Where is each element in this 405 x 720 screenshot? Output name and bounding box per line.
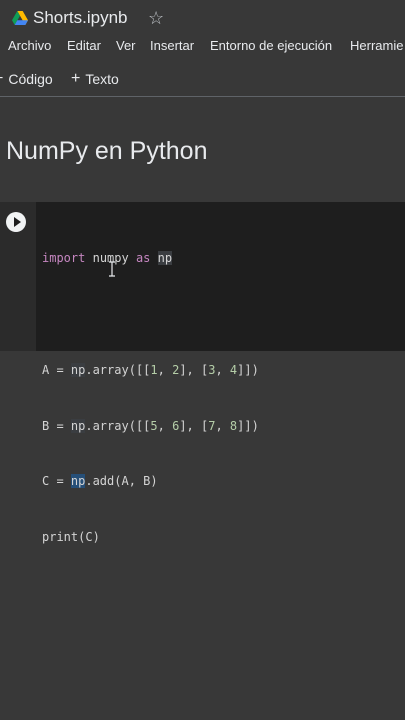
colab-page: Shorts.ipynb ☆ Archivo Editar Ver Insert… — [0, 0, 405, 720]
toolbar-divider — [0, 96, 405, 97]
add-code-label: Código — [8, 71, 53, 87]
menu-bar: Archivo Editar Ver Insertar Entorno de e… — [0, 36, 405, 56]
title-bar: Shorts.ipynb ☆ — [0, 0, 405, 36]
number: 2 — [172, 362, 180, 377]
add-text-button[interactable]: + Texto — [71, 70, 119, 88]
menu-insertar[interactable]: Insertar — [150, 38, 194, 53]
menu-editar[interactable]: Editar — [67, 38, 101, 53]
keyword-as: as — [135, 251, 151, 266]
star-icon[interactable]: ☆ — [148, 7, 164, 29]
text-cursor-icon — [109, 261, 115, 277]
alias-np: np — [70, 362, 86, 377]
cell-gutter — [0, 202, 36, 351]
keyword-import: import — [42, 251, 86, 266]
code-line: C = np.add(A, B) — [42, 472, 259, 491]
code-line: B = np.array([[5, 6], [7, 8]]) — [42, 418, 259, 433]
code-line: print(C) — [42, 528, 259, 547]
add-code-button[interactable]: + Código — [0, 70, 53, 88]
array-call: .array( — [85, 418, 136, 433]
number: 8 — [229, 418, 238, 433]
number: 7 — [208, 418, 216, 433]
code-line: A = np.array([[1, 2], [3, 4]]) — [42, 362, 259, 377]
alias-np: np — [70, 418, 86, 433]
run-cell-button[interactable] — [6, 212, 26, 232]
assign-b: B = — [42, 418, 71, 433]
assign-c: C = — [42, 474, 71, 489]
assign-a: A = — [42, 362, 71, 377]
array-call: .array( — [85, 362, 136, 377]
number: 1 — [150, 362, 158, 377]
google-drive-icon[interactable] — [12, 11, 28, 25]
alias-np-selected: np — [70, 474, 86, 489]
toolbar: + Código + Texto — [0, 66, 405, 92]
alias-np: np — [157, 251, 173, 266]
menu-herramientas[interactable]: Herramie — [350, 38, 403, 53]
number: 4 — [229, 362, 238, 377]
print-call: print(C) — [42, 530, 100, 545]
menu-ver[interactable]: Ver — [116, 38, 136, 53]
add-call: .add(A, B) — [85, 474, 158, 489]
number: 5 — [150, 418, 158, 433]
add-text-label: Texto — [85, 71, 119, 87]
play-icon — [13, 217, 21, 227]
code-cell[interactable]: import numpy as np A = np.array([[1, 2],… — [0, 202, 405, 544]
plus-icon: + — [0, 70, 3, 88]
menu-archivo[interactable]: Archivo — [8, 38, 51, 53]
number: 3 — [208, 362, 216, 377]
section-heading: NumPy en Python — [6, 137, 208, 165]
code-editor[interactable]: import numpy as np A = np.array([[1, 2],… — [42, 212, 259, 584]
menu-entorno-ejecucion[interactable]: Entorno de ejecución — [210, 38, 332, 53]
notebook-title[interactable]: Shorts.ipynb — [33, 8, 128, 28]
code-line: import numpy as np — [42, 249, 259, 268]
number: 6 — [172, 418, 180, 433]
plus-icon: + — [71, 70, 81, 87]
